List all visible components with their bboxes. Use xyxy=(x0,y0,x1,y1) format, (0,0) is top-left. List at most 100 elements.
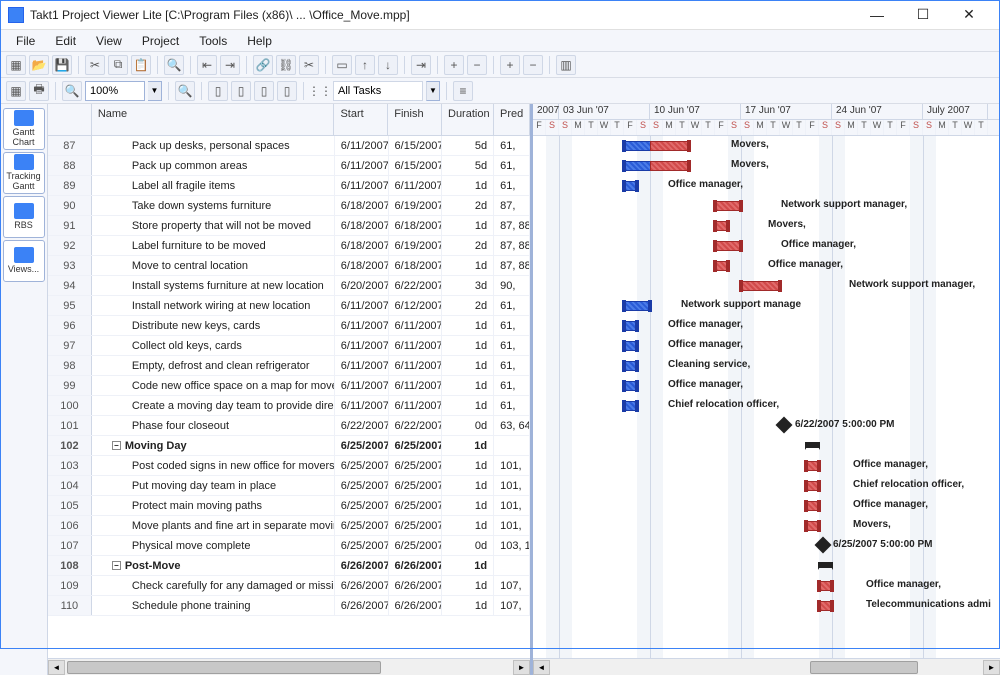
task-row[interactable]: 87Pack up desks, personal spaces6/11/200… xyxy=(48,136,530,156)
task-pred[interactable]: 87, xyxy=(494,196,530,215)
close-button[interactable]: ✕ xyxy=(946,0,992,30)
milestone-icon[interactable] xyxy=(776,417,793,434)
col-duration[interactable]: Duration xyxy=(442,104,494,135)
task-finish[interactable]: 6/11/2007 xyxy=(389,316,443,335)
task-row[interactable]: 96Distribute new keys, cards6/11/20076/1… xyxy=(48,316,530,336)
task-start[interactable]: 6/11/2007 xyxy=(335,336,389,355)
col-indicator[interactable] xyxy=(48,104,92,135)
task-row[interactable]: 98Empty, defrost and clean refrigerator6… xyxy=(48,356,530,376)
task-dur[interactable]: 1d xyxy=(442,596,494,615)
task-row[interactable]: 110Schedule phone training6/26/20076/26/… xyxy=(48,596,530,616)
task-name[interactable]: Label all fragile items xyxy=(92,176,335,195)
task-name[interactable]: Collect old keys, cards xyxy=(92,336,335,355)
delete-icon[interactable]: − xyxy=(467,55,487,75)
gantt-bar[interactable] xyxy=(624,301,650,311)
task-row[interactable]: 109Check carefully for any damaged or mi… xyxy=(48,576,530,596)
task-row[interactable]: 107Physical move complete6/25/20076/25/2… xyxy=(48,536,530,556)
task-finish[interactable]: 6/11/2007 xyxy=(389,356,443,375)
task-finish[interactable]: 6/18/2007 xyxy=(389,256,443,275)
task-name[interactable]: Store property that will not be moved xyxy=(92,216,335,235)
task-start[interactable]: 6/25/2007 xyxy=(335,516,389,535)
outdent-icon[interactable]: ⇤ xyxy=(197,55,217,75)
minimize-button[interactable]: — xyxy=(854,0,900,30)
task-dur[interactable]: 1d xyxy=(442,336,494,355)
task-finish[interactable]: 6/19/2007 xyxy=(389,236,443,255)
task-start[interactable]: 6/11/2007 xyxy=(335,356,389,375)
task-start[interactable]: 6/18/2007 xyxy=(335,236,389,255)
col-start[interactable]: Start xyxy=(334,104,388,135)
save-icon[interactable]: 💾 xyxy=(52,55,72,75)
task-name[interactable]: Label furniture to be moved xyxy=(92,236,335,255)
task-dur[interactable]: 1d xyxy=(442,216,494,235)
unlink-icon[interactable]: ⛓ xyxy=(276,55,296,75)
task-start[interactable]: 6/25/2007 xyxy=(335,496,389,515)
gantt-bar[interactable] xyxy=(715,201,741,211)
task-start[interactable]: 6/26/2007 xyxy=(335,596,389,615)
print-icon[interactable]: 🖶 xyxy=(29,81,49,101)
task-pred[interactable] xyxy=(494,556,530,575)
task-dur[interactable]: 5d xyxy=(442,136,494,155)
col-predecessors[interactable]: Pred xyxy=(494,104,530,135)
task-name[interactable]: Move to central location xyxy=(92,256,335,275)
indent-icon[interactable]: ⇥ xyxy=(220,55,240,75)
zoom-out-icon[interactable]: − xyxy=(523,55,543,75)
task-pred[interactable]: 61, xyxy=(494,156,530,175)
view-tracking-gantt[interactable]: Tracking Gantt xyxy=(3,152,45,194)
milestone-icon[interactable] xyxy=(815,537,832,554)
task-finish[interactable]: 6/15/2007 xyxy=(389,136,443,155)
grid-icon[interactable]: ▦ xyxy=(6,55,26,75)
task-pred[interactable]: 63, 64, xyxy=(494,416,530,435)
task-start[interactable]: 6/18/2007 xyxy=(335,256,389,275)
task-pred[interactable]: 61, xyxy=(494,336,530,355)
collapse-icon[interactable]: − xyxy=(112,441,121,450)
task-start[interactable]: 6/22/2007 xyxy=(335,416,389,435)
task-pred[interactable]: 87, 88, xyxy=(494,216,530,235)
task-name[interactable]: Install network wiring at new location xyxy=(92,296,335,315)
task-finish[interactable]: 6/12/2007 xyxy=(389,296,443,315)
task-dur[interactable]: 1d xyxy=(442,356,494,375)
task-start[interactable]: 6/26/2007 xyxy=(335,576,389,595)
task-pred[interactable]: 87, 88, xyxy=(494,256,530,275)
task-pred[interactable]: 101, xyxy=(494,476,530,495)
summary-bar[interactable] xyxy=(806,442,819,448)
task-dur[interactable]: 2d xyxy=(442,236,494,255)
task-finish[interactable]: 6/19/2007 xyxy=(389,196,443,215)
move-up-icon[interactable]: ↑ xyxy=(355,55,375,75)
task-dur[interactable]: 1d xyxy=(442,476,494,495)
task-row[interactable]: 97Collect old keys, cards6/11/20076/11/2… xyxy=(48,336,530,356)
task-pred[interactable]: 61, xyxy=(494,376,530,395)
grid-icon[interactable]: ▦ xyxy=(6,81,26,101)
task-name[interactable]: Phase four closeout xyxy=(92,416,335,435)
task-start[interactable]: 6/18/2007 xyxy=(335,216,389,235)
task-dur[interactable]: 2d xyxy=(442,196,494,215)
task-pred[interactable] xyxy=(494,436,530,455)
task-row[interactable]: 100Create a moving day team to provide d… xyxy=(48,396,530,416)
task-pred[interactable]: 101, xyxy=(494,516,530,535)
task-pred[interactable]: 90, xyxy=(494,276,530,295)
task-pred[interactable]: 61, xyxy=(494,356,530,375)
task-start[interactable]: 6/11/2007 xyxy=(335,376,389,395)
filter-combo[interactable]: All Tasks xyxy=(333,81,423,101)
task-name[interactable]: −Moving Day xyxy=(92,436,335,455)
filter-icon[interactable]: ⋮⋮ xyxy=(310,81,330,101)
copy-icon[interactable]: ⧉ xyxy=(108,55,128,75)
task-pred[interactable]: 101, xyxy=(494,496,530,515)
split-icon[interactable]: ✂ xyxy=(299,55,319,75)
scroll-right-icon[interactable]: ► xyxy=(513,660,530,675)
task-name[interactable]: Protect main moving paths xyxy=(92,496,335,515)
col-finish[interactable]: Finish xyxy=(388,104,442,135)
task-pred[interactable]: 61, xyxy=(494,396,530,415)
task-start[interactable]: 6/11/2007 xyxy=(335,156,389,175)
menu-help[interactable]: Help xyxy=(237,32,282,50)
view-views[interactable]: Views... xyxy=(3,240,45,282)
menu-edit[interactable]: Edit xyxy=(45,32,86,50)
task-name[interactable]: Install systems furniture at new locatio… xyxy=(92,276,335,295)
task-name[interactable]: Move plants and fine art in separate mov… xyxy=(92,516,335,535)
task-finish[interactable]: 6/15/2007 xyxy=(389,156,443,175)
filter-dropdown-icon[interactable]: ▼ xyxy=(426,81,440,101)
task-finish[interactable]: 6/22/2007 xyxy=(389,276,443,295)
gantt-hscroll[interactable]: ◄ ► xyxy=(533,658,1000,675)
pane-1-icon[interactable]: ▯ xyxy=(208,81,228,101)
task-start[interactable]: 6/11/2007 xyxy=(335,396,389,415)
zoom-in-icon[interactable]: + xyxy=(500,55,520,75)
